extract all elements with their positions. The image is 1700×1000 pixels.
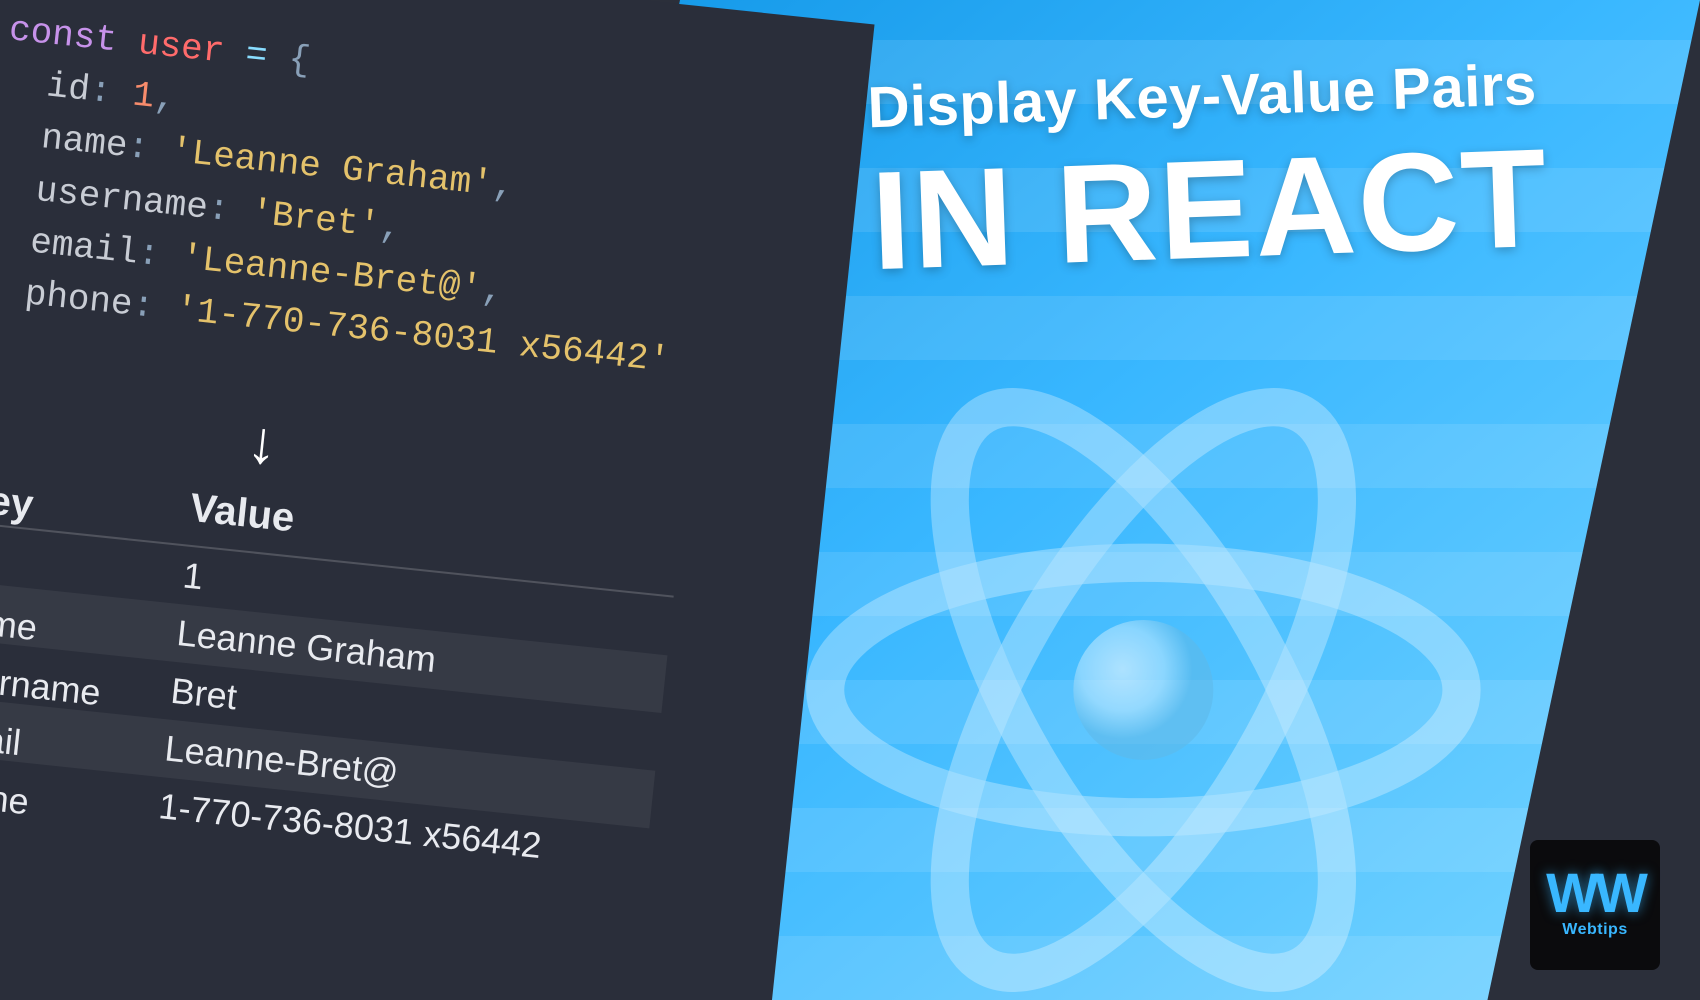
- code-snippet: const user = { id: 1, name: 'Leanne Grah…: [0, 4, 827, 453]
- code-prop: phone: [23, 273, 135, 325]
- badge-logo: WW: [1546, 871, 1644, 916]
- cell-key: phone: [0, 771, 160, 837]
- code-prop: email: [28, 221, 140, 273]
- code-prop: id: [45, 66, 92, 111]
- code-value: 'Bret': [249, 192, 382, 246]
- code-keyword: const: [7, 9, 119, 61]
- code-prop: name: [39, 118, 129, 168]
- kv-table: Key Value id 1 name Leanne Graham userna…: [0, 456, 680, 886]
- code-var: user: [136, 23, 226, 73]
- title-big: IN REACT: [869, 123, 1693, 292]
- code-assign: =: [243, 34, 269, 77]
- badge-label: Webtips: [1562, 921, 1627, 939]
- code-prop: username: [34, 169, 210, 228]
- code-panel: const user = { id: 1, name: 'Leanne Grah…: [0, 0, 875, 1000]
- heading-block: Display Key-Value Pairs IN REACT: [866, 46, 1693, 291]
- code-open-brace: {: [286, 39, 312, 82]
- tutorial-banner: Display Key-Value Pairs IN REACT const u…: [0, 0, 1700, 1000]
- react-logo-icon: [793, 340, 1493, 1000]
- webtips-badge: WW Webtips: [1530, 840, 1660, 970]
